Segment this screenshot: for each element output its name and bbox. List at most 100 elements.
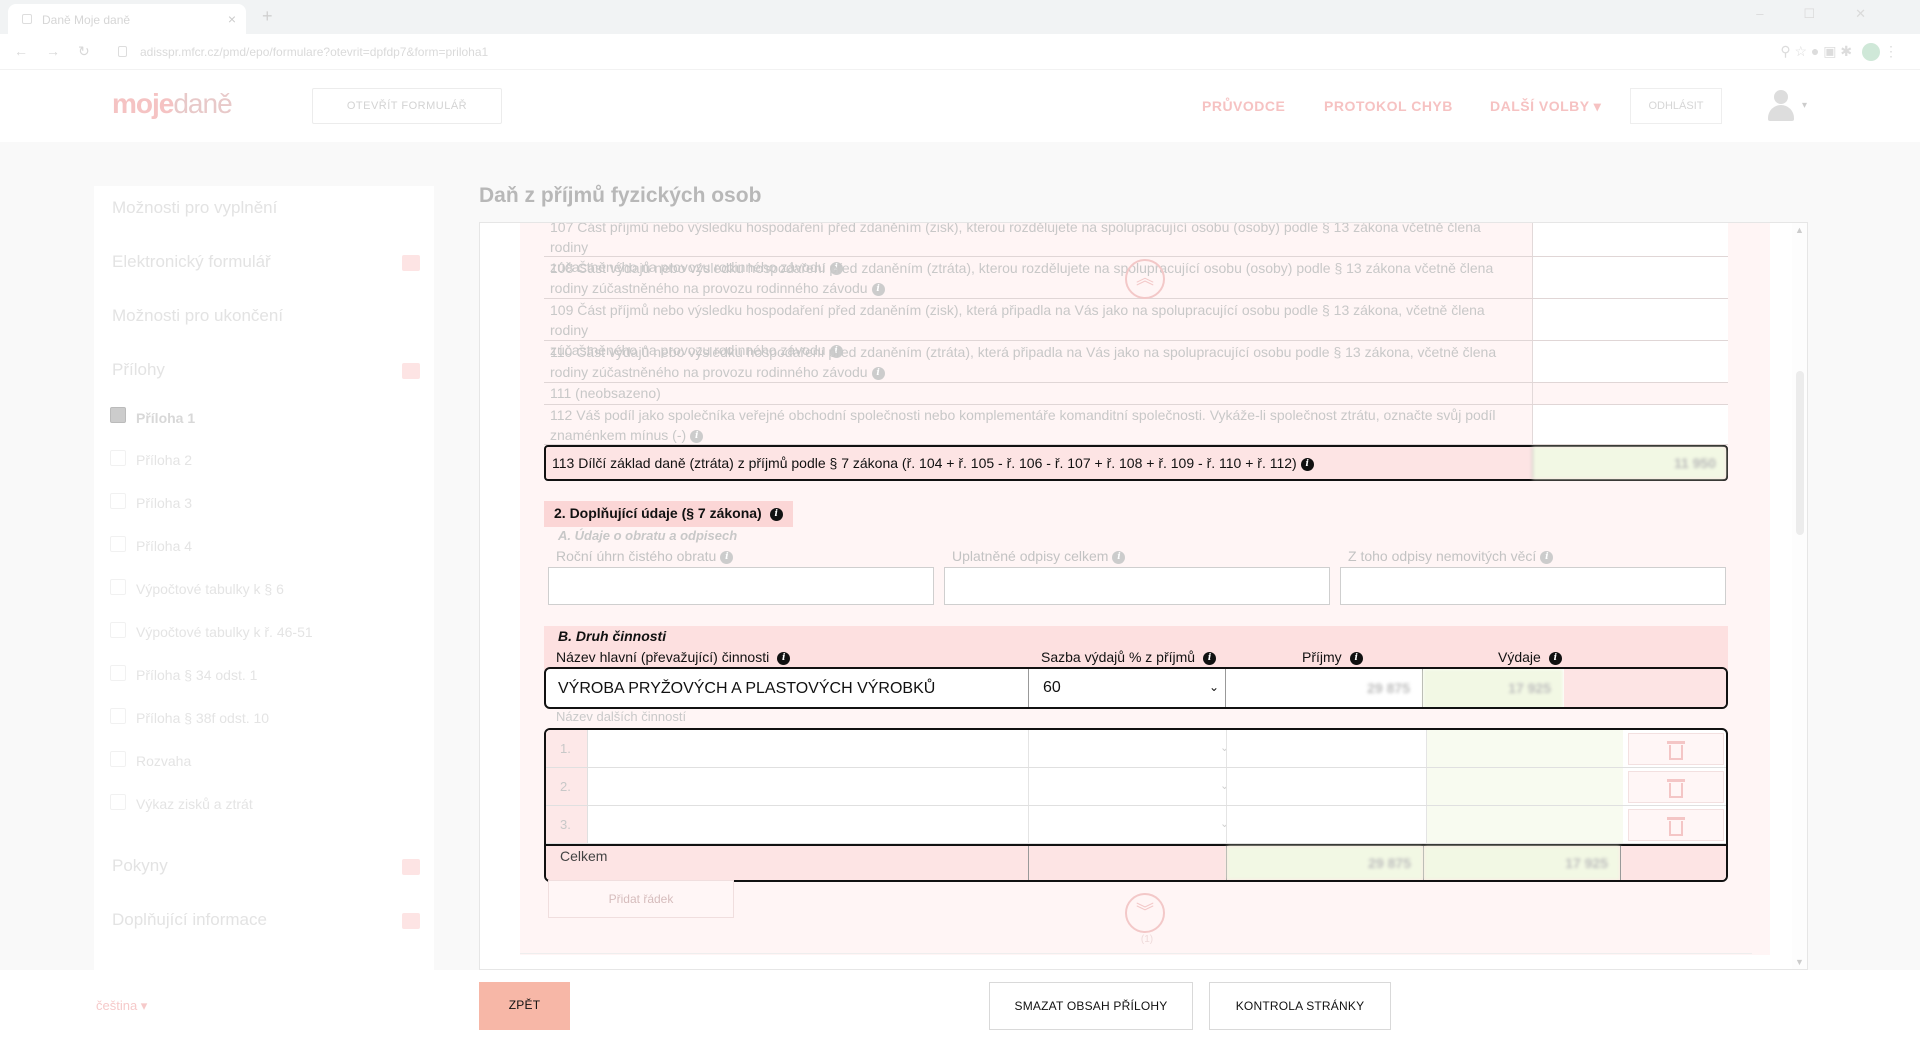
sidebar-item-ukonceni[interactable]: Možnosti pro ukončení xyxy=(112,306,283,326)
chevron-down-icon[interactable]: ⌄ xyxy=(1220,741,1229,754)
rate-select[interactable]: 60 ⌄ xyxy=(1029,669,1225,707)
info-icon[interactable]: i xyxy=(777,651,791,665)
info-icon[interactable]: i xyxy=(1349,651,1363,665)
sidebar-sub-item[interactable]: Příloha § 38f odst. 10 xyxy=(136,710,269,726)
checkbox[interactable] xyxy=(110,794,126,810)
expand-icon[interactable] xyxy=(402,913,420,929)
section-2-title: 2. Doplňující údaje (§ 7 zákona) i xyxy=(544,501,793,527)
sidebar-sub-item[interactable]: Příloha 4 xyxy=(136,538,192,554)
row-value-input[interactable] xyxy=(1532,223,1728,256)
expand-icon[interactable] xyxy=(402,255,420,271)
logo[interactable]: mojedaně xyxy=(112,88,233,120)
row-value-input[interactable] xyxy=(1532,257,1728,298)
delete-row-button[interactable] xyxy=(1628,733,1724,765)
expenses-cell xyxy=(1427,768,1623,805)
nav-counter: (1) xyxy=(1140,934,1154,945)
language-select[interactable]: čeština ▾ xyxy=(96,998,147,1014)
new-tab-icon[interactable]: + xyxy=(262,6,273,27)
info-icon[interactable]: i xyxy=(1540,550,1554,564)
chevron-down-icon[interactable]: ⌄ xyxy=(1220,779,1229,792)
add-row-button[interactable]: Přidat řádek xyxy=(548,880,734,918)
row-index: 1. xyxy=(546,730,588,767)
back-arrow-icon[interactable]: ← xyxy=(14,43,28,59)
sidebar-sub-item[interactable]: Příloha § 34 odst. 1 xyxy=(136,667,257,683)
nav-pruvodce[interactable]: PRŮVODCE xyxy=(1202,98,1285,114)
checkbox[interactable] xyxy=(110,450,126,466)
browser-tab[interactable]: Daně Moje daně × xyxy=(8,4,246,34)
income-input[interactable]: 29 875 xyxy=(1226,669,1422,707)
form-content: 107 Část příjmů nebo výsledku hospodařen… xyxy=(479,222,1808,970)
sidebar-item-vyplneni[interactable]: Možnosti pro vyplnění xyxy=(112,198,277,218)
sidebar-sub-priloha1[interactable]: Příloha 1 xyxy=(136,410,195,426)
sidebar-item-prilohy[interactable]: Přílohy xyxy=(112,360,165,380)
delete-row-button[interactable] xyxy=(1628,809,1724,841)
obrat-input[interactable] xyxy=(548,567,934,605)
close-tab-icon[interactable]: × xyxy=(228,11,236,27)
checkbox[interactable] xyxy=(110,751,126,767)
other-activities-table: 1. ⌄ 2. ⌄ 3. ⌄ Celkem 29 875 17 925 xyxy=(544,728,1728,882)
user-icon[interactable]: ▾ xyxy=(1766,90,1807,122)
row-value-input[interactable] xyxy=(1532,299,1728,340)
checkbox[interactable] xyxy=(110,536,126,552)
nav-protokol-chyb[interactable]: PROTOKOL CHYB xyxy=(1324,98,1453,114)
chevron-down-icon[interactable]: ⌄ xyxy=(1220,817,1229,830)
info-icon[interactable]: i xyxy=(720,550,734,564)
info-icon[interactable]: i xyxy=(871,366,885,380)
delete-row-button[interactable] xyxy=(1628,771,1724,803)
open-form-button[interactable]: OTEVŘÍT FORMULÁŘ xyxy=(312,88,502,124)
info-icon[interactable]: i xyxy=(769,507,783,521)
scroll-down-icon[interactable]: ︾ (1) xyxy=(1125,893,1165,945)
sidebar-sub-item[interactable]: Výkaz zisků a ztrát xyxy=(136,796,253,812)
check-page-button[interactable]: KONTROLA STRÁNKY xyxy=(1209,982,1391,1030)
sidebar-item-pokyny[interactable]: Pokyny xyxy=(112,856,168,876)
expand-icon[interactable] xyxy=(402,859,420,875)
scroll-down-arrow-icon[interactable]: ▼ xyxy=(1795,957,1804,967)
trash-icon xyxy=(1667,816,1685,836)
info-icon[interactable]: i xyxy=(1203,651,1217,665)
reload-icon[interactable]: ↻ xyxy=(78,43,90,60)
checkbox[interactable] xyxy=(110,493,126,509)
tab-title: Daně Moje daně xyxy=(42,13,131,27)
info-icon[interactable]: i xyxy=(1300,457,1314,471)
window-controls[interactable]: –☐✕ xyxy=(1756,6,1906,22)
checkbox[interactable] xyxy=(110,708,126,724)
sidebar-sub-item[interactable]: Výpočtové tabulky k § 6 xyxy=(136,581,284,597)
divider xyxy=(520,953,1752,954)
forward-arrow-icon[interactable]: → xyxy=(46,43,60,59)
info-icon[interactable]: i xyxy=(871,282,885,296)
odpisy-nemovitosti-input[interactable] xyxy=(1340,567,1726,605)
sidebar-sub-item[interactable]: Příloha 2 xyxy=(136,452,192,468)
logout-button[interactable]: ODHLÁSIT xyxy=(1630,88,1722,124)
scroll-up-icon[interactable]: ︽ xyxy=(1125,259,1165,299)
scroll-up-arrow-icon[interactable]: ▲ xyxy=(1795,225,1804,235)
sidebar-sub-item[interactable]: Výpočtové tabulky k ř. 46-51 xyxy=(136,624,313,640)
scrollbar-thumb[interactable] xyxy=(1796,371,1804,535)
col-header: Sazba výdajů % z příjmů i xyxy=(1041,649,1217,665)
info-icon[interactable]: i xyxy=(690,429,704,443)
extension-icons[interactable]: ⚲ ☆ ● ▣ ✱ ⋮ xyxy=(1780,43,1898,62)
checkbox[interactable] xyxy=(110,579,126,595)
row-value-input[interactable] xyxy=(1532,405,1728,444)
row-value-empty xyxy=(1532,383,1728,404)
row-value-input[interactable] xyxy=(1532,341,1728,382)
url-text: adisspr.mfcr.cz/pmd/epo/formulare?otevri… xyxy=(140,45,489,59)
expenses-cell xyxy=(1427,730,1623,767)
collapse-icon[interactable] xyxy=(402,363,420,379)
sidebar-item-formular[interactable]: Elektronický formulář xyxy=(112,252,271,272)
clear-attachment-button[interactable]: SMAZAT OBSAH PŘÍLOHY xyxy=(989,982,1193,1030)
info-icon[interactable]: i xyxy=(1548,651,1562,665)
odpisy-input[interactable] xyxy=(944,567,1330,605)
sidebar-sub-item[interactable]: Příloha 3 xyxy=(136,495,192,511)
sidebar-sub-item[interactable]: Rozvaha xyxy=(136,753,191,769)
back-button[interactable]: ZPĚT xyxy=(479,982,570,1030)
info-icon[interactable]: i xyxy=(1112,550,1126,564)
sidebar-item-doplnujici[interactable]: Doplňující informace xyxy=(112,910,267,930)
nav-dalsi-volby[interactable]: DALŠÍ VOLBY ▾ xyxy=(1490,98,1601,115)
url-field[interactable]: adisspr.mfcr.cz/pmd/epo/formulare?otevri… xyxy=(116,41,1920,63)
scrollbar[interactable] xyxy=(1792,223,1807,969)
checkbox[interactable] xyxy=(110,622,126,638)
checkbox[interactable] xyxy=(110,665,126,681)
checkbox-priloha1[interactable] xyxy=(110,407,126,423)
activity-name-input[interactable]: VÝROBA PRYŽOVÝCH A PLASTOVÝCH VÝROBKŮ xyxy=(558,680,935,698)
profile-icon[interactable] xyxy=(1862,43,1881,62)
